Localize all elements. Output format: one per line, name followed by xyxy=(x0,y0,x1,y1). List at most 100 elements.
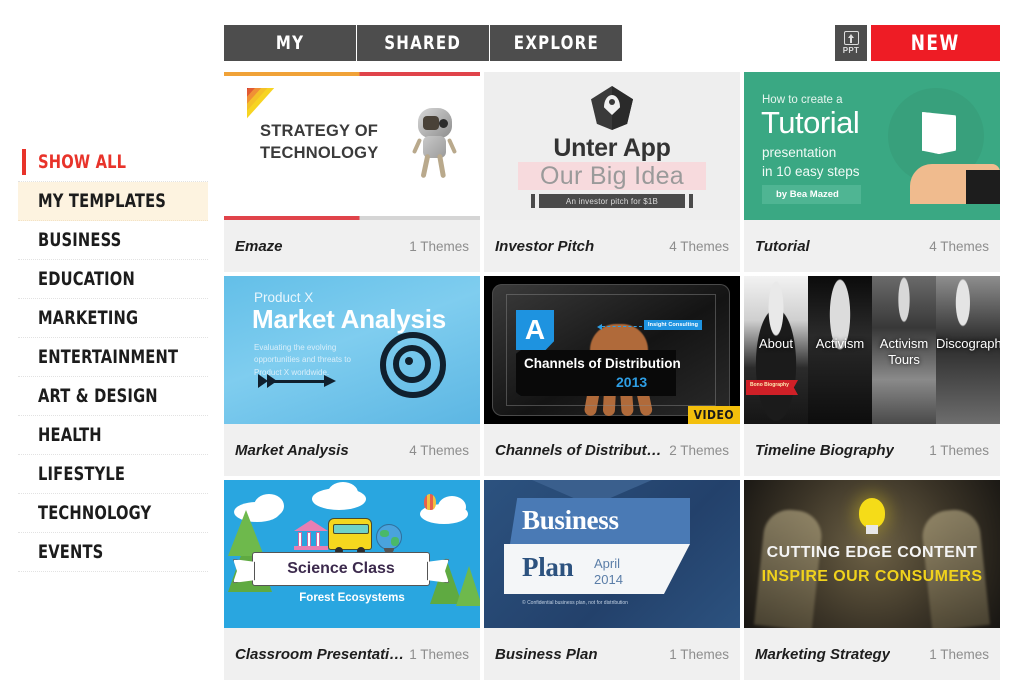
card-theme-count: 1 Themes xyxy=(929,442,989,458)
template-card-channels-of-distribution[interactable]: A Insight Consulting Channels of Distrib… xyxy=(484,276,740,476)
card-footer: Tutorial 4 Themes xyxy=(744,220,1000,272)
preview-body-line-1: presentation xyxy=(762,145,837,160)
sidebar-item-label: SHOW ALL xyxy=(38,151,127,173)
card-theme-count: 1 Themes xyxy=(409,646,469,662)
card-theme-count: 1 Themes xyxy=(409,238,469,254)
preview-kicker: Product X xyxy=(254,290,314,305)
sidebar-item-show-all[interactable]: SHOW ALL xyxy=(18,143,208,182)
sidebar-item-label: BUSINESS xyxy=(38,229,122,251)
preview-banner: Science Class xyxy=(252,552,430,586)
template-thumbnail[interactable]: Science Class Forest Ecosystems xyxy=(224,480,480,628)
sidebar-item-label: EDUCATION xyxy=(38,268,135,290)
template-card-emaze[interactable]: STRATEGY OF TECHNOLOGY Emaze 1 Themes xyxy=(224,72,480,272)
template-card-investor-pitch[interactable]: Unter App Our Big Idea An investor pitch… xyxy=(484,72,740,272)
preview-title-line-2: Plan xyxy=(522,552,574,582)
card-theme-count: 1 Themes xyxy=(669,646,729,662)
upload-box-icon xyxy=(843,31,859,45)
preview-title: Unter App xyxy=(553,134,671,162)
photo-panel: Activism xyxy=(808,276,872,424)
card-title: Business Plan xyxy=(495,645,598,663)
ribbon-badge: Bono Biography xyxy=(746,380,798,395)
template-card-market-analysis[interactable]: Product X Market Analysis Evaluating the… xyxy=(224,276,480,476)
hot-air-balloon-icon xyxy=(424,494,436,510)
lightbulb-base xyxy=(866,525,878,534)
card-footer: Timeline Biography 1 Themes xyxy=(744,424,1000,476)
template-card-tutorial[interactable]: How to create a Tutorial presentation in… xyxy=(744,72,1000,272)
templates-gallery-page: MY SHARED EXPLORE PPT NEW SHOW ALL MY TE… xyxy=(0,0,1024,685)
sidebar-item-events[interactable]: EVENTS xyxy=(18,533,208,572)
template-card-business-plan[interactable]: Business Plan April 2014 © Confidential … xyxy=(484,480,740,680)
import-ppt-button[interactable]: PPT xyxy=(835,25,867,61)
sidebar-item-lifestyle[interactable]: LIFESTYLE xyxy=(18,455,208,494)
card-title: Channels of Distribut… xyxy=(495,441,662,459)
sidebar-item-label: MARKETING xyxy=(38,307,139,329)
sidebar-item-label: LIFESTYLE xyxy=(38,463,126,485)
ppt-label: PPT xyxy=(842,46,860,55)
card-footer: Classroom Presentation 1 Themes xyxy=(224,628,480,680)
card-footer: Business Plan 1 Themes xyxy=(484,628,740,680)
letter-badge: A xyxy=(516,310,554,350)
preview-title: Tutorial xyxy=(761,105,860,140)
preview-headline: STRATEGY OF TECHNOLOGY xyxy=(260,120,420,165)
school-building-icon xyxy=(294,520,328,550)
sidebar-item-marketing[interactable]: MARKETING xyxy=(18,299,208,338)
sidebar-item-health[interactable]: HEALTH xyxy=(18,416,208,455)
photo-panel: Discography xyxy=(936,276,1000,424)
template-thumbnail[interactable]: Product X Market Analysis Evaluating the… xyxy=(224,276,480,424)
tab-explore[interactable]: EXPLORE xyxy=(490,25,622,61)
preview-body: presentation in 10 easy steps xyxy=(762,144,860,181)
preview-date: April 2014 xyxy=(594,556,623,589)
new-presentation-button[interactable]: NEW xyxy=(871,25,1000,61)
globe-icon xyxy=(376,524,402,550)
sidebar-item-label: ART & DESIGN xyxy=(38,385,158,407)
card-theme-count: 4 Themes xyxy=(669,238,729,254)
preview-tagline: An investor pitch for $1B xyxy=(565,196,659,206)
sidebar-item-my-templates[interactable]: MY TEMPLATES xyxy=(18,182,208,221)
sidebar-item-technology[interactable]: TECHNOLOGY xyxy=(18,494,208,533)
card-theme-count: 1 Themes xyxy=(929,646,989,662)
template-card-classroom-presentation[interactable]: Science Class Forest Ecosystems Classroo… xyxy=(224,480,480,680)
sidebar-item-label: EVENTS xyxy=(38,541,104,563)
template-thumbnail[interactable]: STRATEGY OF TECHNOLOGY xyxy=(224,72,480,220)
arrow-icon xyxy=(258,374,342,388)
preview-year: 2013 xyxy=(616,374,648,390)
sidebar-item-business[interactable]: BUSINESS xyxy=(18,221,208,260)
template-thumbnail[interactable]: How to create a Tutorial presentation in… xyxy=(744,72,1000,220)
preview-author-badge: by Bea Mazed xyxy=(762,185,861,204)
sidebar-item-entertainment[interactable]: ENTERTAINMENT xyxy=(18,338,208,377)
preview-title: Channels of Distribution xyxy=(524,356,681,371)
template-thumbnail[interactable]: Business Plan April 2014 © Confidential … xyxy=(484,480,740,628)
preview-tagline-bar: An investor pitch for $1B xyxy=(531,194,693,208)
preview-sublabel: Insight Consulting xyxy=(644,320,703,330)
pine-tree-icon xyxy=(228,510,264,556)
headline-line-2: TECHNOLOGY xyxy=(260,144,379,163)
new-button-label: NEW xyxy=(911,31,960,55)
panel-label: Activism xyxy=(815,336,865,351)
sidebar-item-education[interactable]: EDUCATION xyxy=(18,260,208,299)
card-title: Investor Pitch xyxy=(495,237,595,255)
template-card-marketing-strategy[interactable]: CUTTING EDGE CONTENT INSPIRE OUR CONSUME… xyxy=(744,480,1000,680)
preview-year: 2014 xyxy=(594,572,623,588)
lightbulb-icon xyxy=(859,498,885,528)
template-card-timeline-biography[interactable]: About Bono Biography Activism Activism T… xyxy=(744,276,1000,476)
sidebar-item-label: ENTERTAINMENT xyxy=(38,346,179,368)
template-thumbnail[interactable]: A Insight Consulting Channels of Distrib… xyxy=(484,276,740,424)
card-theme-count: 4 Themes xyxy=(409,442,469,458)
sidebar-item-art-and-design[interactable]: ART & DESIGN xyxy=(18,377,208,416)
target-bullseye-icon xyxy=(380,332,446,398)
card-footer: Channels of Distribut… 2 Themes xyxy=(484,424,740,476)
preview-subtitle: Our Big Idea xyxy=(484,162,740,191)
accent-bar-top xyxy=(224,72,480,76)
tab-my-label: MY xyxy=(275,32,305,54)
preview-title-line-2: INSPIRE OUR CONSUMERS xyxy=(761,568,983,585)
tab-shared[interactable]: SHARED xyxy=(357,25,489,61)
sidebar: SHOW ALL MY TEMPLATES BUSINESS EDUCATION… xyxy=(0,0,222,685)
template-thumbnail[interactable]: Unter App Our Big Idea An investor pitch… xyxy=(484,72,740,220)
card-footer: Market Analysis 4 Themes xyxy=(224,424,480,476)
robot-mascot-icon xyxy=(411,108,458,180)
template-thumbnail[interactable]: About Bono Biography Activism Activism T… xyxy=(744,276,1000,424)
sidebar-item-label: TECHNOLOGY xyxy=(38,502,152,524)
template-thumbnail[interactable]: CUTTING EDGE CONTENT INSPIRE OUR CONSUME… xyxy=(744,480,1000,628)
tab-my[interactable]: MY xyxy=(224,25,356,61)
card-title: Emaze xyxy=(235,237,283,255)
